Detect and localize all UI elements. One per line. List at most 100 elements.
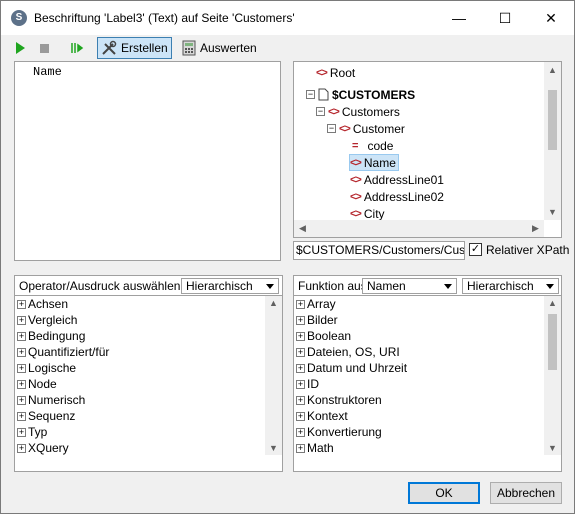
function-item[interactable]: + Datum und Uhrzeit: [296, 360, 407, 376]
functions-names-select[interactable]: Namen: [362, 278, 457, 294]
expand-icon[interactable]: +: [17, 315, 26, 325]
expand-icon[interactable]: +: [296, 443, 305, 453]
expand-icon[interactable]: +: [296, 299, 305, 309]
minimize-button[interactable]: —: [436, 1, 482, 35]
operator-item[interactable]: + Node: [17, 376, 57, 392]
element-icon: <>: [350, 156, 362, 169]
operator-item[interactable]: + Numerisch: [17, 392, 85, 408]
operators-view-select[interactable]: Hierarchisch: [181, 278, 279, 294]
title-bar: S Beschriftung 'Label3' (Text) auf Seite…: [1, 1, 574, 35]
scroll-up-icon[interactable]: ▲: [544, 298, 561, 308]
operator-item[interactable]: + Bedingung: [17, 328, 85, 344]
expand-icon[interactable]: +: [17, 443, 26, 453]
expand-icon[interactable]: +: [296, 395, 305, 405]
operators-scrollbar[interactable]: ▲ ▼: [265, 296, 282, 455]
operator-item[interactable]: + Sequenz: [17, 408, 75, 424]
chevron-down-icon: [444, 284, 452, 289]
scroll-up-icon[interactable]: ▲: [544, 65, 561, 75]
document-icon: [318, 88, 329, 101]
functions-panel: Funktion aus Namen Hierarchisch + Array +…: [293, 275, 562, 472]
stop-button[interactable]: [37, 37, 52, 59]
scroll-left-icon[interactable]: ◀: [294, 223, 311, 234]
element-icon: <>: [328, 105, 340, 118]
expand-icon[interactable]: +: [17, 299, 26, 309]
tree-horizontal-scrollbar[interactable]: ◀ ▶: [294, 220, 544, 237]
build-button[interactable]: Erstellen: [97, 37, 172, 59]
expand-icon[interactable]: +: [17, 379, 26, 389]
cancel-button[interactable]: Abbrechen: [490, 482, 562, 504]
collapse-icon[interactable]: −: [306, 90, 315, 99]
functions-scrollbar[interactable]: ▲ ▼: [544, 296, 561, 455]
step-icon: [71, 43, 84, 53]
tree-vertical-scrollbar[interactable]: ▲ ▼: [544, 62, 561, 220]
tree-item-customer[interactable]: − <> Customer: [327, 120, 405, 137]
operator-item[interactable]: + Logische: [17, 360, 76, 376]
xpath-field[interactable]: $CUSTOMERS/Customers/Custom: [293, 241, 465, 260]
function-item[interactable]: + Math: [296, 440, 334, 456]
expand-icon[interactable]: +: [17, 363, 26, 373]
step-button[interactable]: [67, 37, 87, 59]
element-icon: <>: [350, 173, 362, 186]
expand-icon[interactable]: +: [296, 379, 305, 389]
evaluate-button[interactable]: Auswerten: [179, 37, 260, 59]
schema-tree: <> Root − $CUSTOMERS − <> Customers − <> Cu…: [293, 61, 562, 238]
evaluate-label: Auswerten: [200, 41, 257, 55]
tree-item-root[interactable]: <> Root: [316, 64, 355, 81]
function-item[interactable]: + Dateien, OS, URI: [296, 344, 400, 360]
tree-item-customers-doc[interactable]: − $CUSTOMERS: [306, 86, 415, 103]
scroll-right-icon[interactable]: ▶: [527, 223, 544, 234]
scroll-thumb[interactable]: [548, 314, 557, 370]
function-item[interactable]: + Array: [296, 296, 336, 312]
expand-icon[interactable]: +: [296, 347, 305, 357]
ok-button[interactable]: OK: [408, 482, 480, 504]
app-icon: S: [11, 10, 27, 26]
expand-icon[interactable]: +: [296, 411, 305, 421]
expand-icon[interactable]: +: [17, 331, 26, 341]
element-icon: <>: [339, 122, 351, 135]
tree-item-customers[interactable]: − <> Customers: [316, 103, 400, 120]
function-item[interactable]: + Boolean: [296, 328, 351, 344]
element-icon: <>: [316, 66, 328, 79]
scroll-thumb[interactable]: [548, 90, 557, 150]
scroll-down-icon[interactable]: ▼: [544, 443, 561, 453]
run-button[interactable]: [13, 37, 28, 59]
expand-icon[interactable]: +: [296, 331, 305, 341]
tree-item-name[interactable]: <> Name: [349, 154, 399, 171]
expand-icon[interactable]: +: [17, 411, 26, 421]
functions-view-select[interactable]: Hierarchisch: [462, 278, 559, 294]
relative-xpath-checkbox[interactable]: ✓: [469, 243, 482, 256]
function-item[interactable]: + Konstruktoren: [296, 392, 382, 408]
scroll-down-icon[interactable]: ▼: [544, 207, 561, 217]
attribute-icon: =: [352, 139, 359, 152]
maximize-button[interactable]: ☐: [482, 1, 528, 35]
operators-header: Operator/Ausdruck auswählen: [19, 278, 181, 293]
relative-xpath-label: Relativer XPath: [486, 243, 570, 257]
operator-item[interactable]: + Achsen: [17, 296, 68, 312]
function-item[interactable]: + Kontext: [296, 408, 348, 424]
expand-icon[interactable]: +: [296, 427, 305, 437]
operator-item[interactable]: + Vergleich: [17, 312, 77, 328]
tree-item-code[interactable]: = code: [352, 137, 393, 154]
operator-item[interactable]: + Typ: [17, 424, 47, 440]
operator-item[interactable]: + Quantifiziert/für: [17, 344, 109, 360]
expand-icon[interactable]: +: [296, 315, 305, 325]
expression-editor[interactable]: Name: [14, 61, 281, 261]
expand-icon[interactable]: +: [17, 347, 26, 357]
scroll-up-icon[interactable]: ▲: [265, 298, 282, 308]
operators-panel: Operator/Ausdruck auswählen Hierarchisch…: [14, 275, 283, 472]
function-item[interactable]: + Bilder: [296, 312, 338, 328]
expand-icon[interactable]: +: [296, 363, 305, 373]
collapse-icon[interactable]: −: [327, 124, 336, 133]
collapse-icon[interactable]: −: [316, 107, 325, 116]
function-item[interactable]: + ID: [296, 376, 319, 392]
tree-item-addressline02[interactable]: <> AddressLine02: [350, 188, 444, 205]
close-button[interactable]: ✕: [528, 1, 574, 35]
window-title: Beschriftung 'Label3' (Text) auf Seite '…: [34, 11, 295, 25]
tree-item-addressline01[interactable]: <> AddressLine01: [350, 171, 444, 188]
function-item[interactable]: + Konvertierung: [296, 424, 382, 440]
build-label: Erstellen: [121, 41, 168, 55]
expand-icon[interactable]: +: [17, 395, 26, 405]
expand-icon[interactable]: +: [17, 427, 26, 437]
scroll-down-icon[interactable]: ▼: [265, 443, 282, 453]
operator-item[interactable]: + XQuery: [17, 440, 69, 456]
